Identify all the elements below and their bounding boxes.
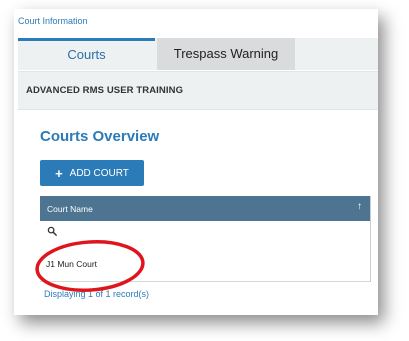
court-name-cell: J1 Mun Court [46,259,98,269]
table-row[interactable]: J1 Mun Court [40,244,370,282]
tab-trespass-warning[interactable]: Trespass Warning [157,38,295,70]
tab-courts[interactable]: Courts [18,38,155,70]
record-count: Displaying 1 of 1 record(s) [44,289,150,299]
add-court-label: ADD COURT [69,167,129,179]
filter-row[interactable] [40,222,370,245]
section-title: ADVANCED RMS USER TRAINING [26,85,184,96]
column-header-court-name[interactable]: Court Name [47,204,93,214]
plus-icon: + [55,165,63,181]
add-court-button[interactable]: + ADD COURT [40,160,144,186]
section-header: ADVANCED RMS USER TRAINING [18,71,378,110]
grid-right-border [370,196,371,282]
page-title: Courts Overview [40,128,160,145]
grid-header: Court Name ↑ [40,196,370,221]
breadcrumb[interactable]: Court Information [18,16,88,26]
tab-strip: Courts Trespass Warning [18,38,378,70]
search-icon [47,226,57,236]
sort-up-icon[interactable]: ↑ [357,201,362,212]
